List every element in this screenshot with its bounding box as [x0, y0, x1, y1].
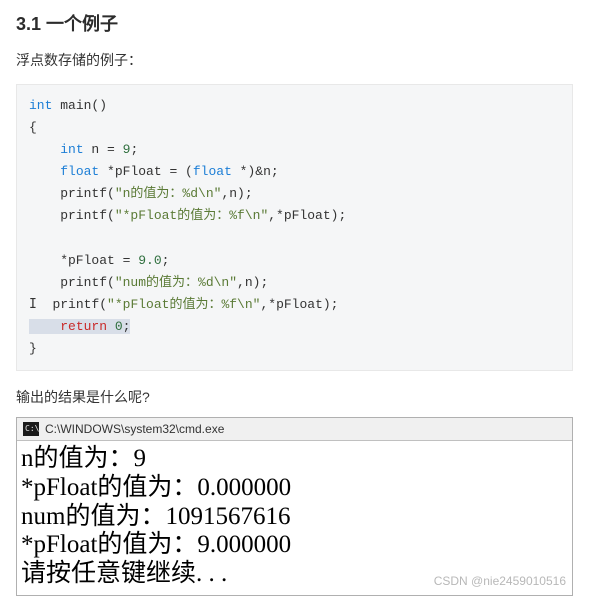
cmd-window: C:\ C:\WINDOWS\system32\cmd.exe n的值为：9 *…	[16, 417, 573, 596]
kw-int: int	[29, 98, 52, 113]
section-title: 3.1 一个例子	[16, 10, 573, 36]
ret-pre	[29, 319, 60, 334]
ret-val: 0	[107, 319, 123, 334]
printf1-str: "n的值为：%d\n"	[115, 186, 222, 201]
cmd-body: n的值为：9 *pFloat的值为：0.000000 num的值为：109156…	[17, 441, 572, 595]
printf2-pre: printf(	[29, 208, 115, 223]
printf3-pre: printf(	[29, 275, 115, 290]
cmd-titlebar: C:\ C:\WINDOWS\system32\cmd.exe	[17, 418, 572, 441]
kw-return: return	[60, 319, 107, 334]
cmd-line-2: *pFloat的值为：0.000000	[21, 474, 566, 503]
brace-close: }	[29, 341, 37, 356]
cmd-title-path: C:\WINDOWS\system32\cmd.exe	[45, 422, 224, 436]
brace-open: {	[29, 120, 37, 135]
decl-f-cast: *)&n;	[232, 164, 279, 179]
cmd-icon-glyph: C:\	[25, 425, 39, 433]
semi: ;	[123, 319, 131, 334]
printf3-str: "num的值为：%d\n"	[115, 275, 237, 290]
assign-pre: *pFloat =	[29, 253, 138, 268]
printf2-args: ,*pFloat);	[268, 208, 346, 223]
decl-n-var: n =	[84, 142, 123, 157]
printf1-args: ,n);	[221, 186, 252, 201]
highlighted-line: return 0;	[29, 319, 130, 334]
watermark: CSDN @nie2459010516	[434, 575, 566, 589]
kw-float: float	[193, 164, 232, 179]
decl-f-var: *pFloat = (	[99, 164, 193, 179]
cmd-line-4: *pFloat的值为：9.000000	[21, 531, 566, 560]
indent	[29, 142, 60, 157]
fn-main: main()	[60, 98, 107, 113]
num-9-0: 9.0	[138, 253, 161, 268]
printf4-str: "*pFloat的值为：%f\n"	[107, 297, 260, 312]
intro-text: 浮点数存储的例子：	[16, 50, 573, 70]
semi: ;	[162, 253, 170, 268]
code-block: int main() { int n = 9; float *pFloat = …	[16, 84, 573, 371]
semi: ;	[130, 142, 138, 157]
kw-int: int	[60, 142, 83, 157]
text-cursor-icon: I	[29, 294, 37, 316]
printf4-pre: printf(	[52, 297, 107, 312]
cmd-line-1: n的值为：9	[21, 445, 566, 474]
question-text: 输出的结果是什么呢?	[16, 387, 573, 407]
printf4-args: ,*pFloat);	[260, 297, 338, 312]
cmd-icon: C:\	[23, 422, 39, 436]
indent	[29, 164, 60, 179]
printf2-str: "*pFloat的值为：%f\n"	[115, 208, 268, 223]
cmd-line-3: num的值为：1091567616	[21, 503, 566, 532]
printf3-args: ,n);	[237, 275, 268, 290]
printf1-pre: printf(	[29, 186, 115, 201]
kw-float: float	[60, 164, 99, 179]
